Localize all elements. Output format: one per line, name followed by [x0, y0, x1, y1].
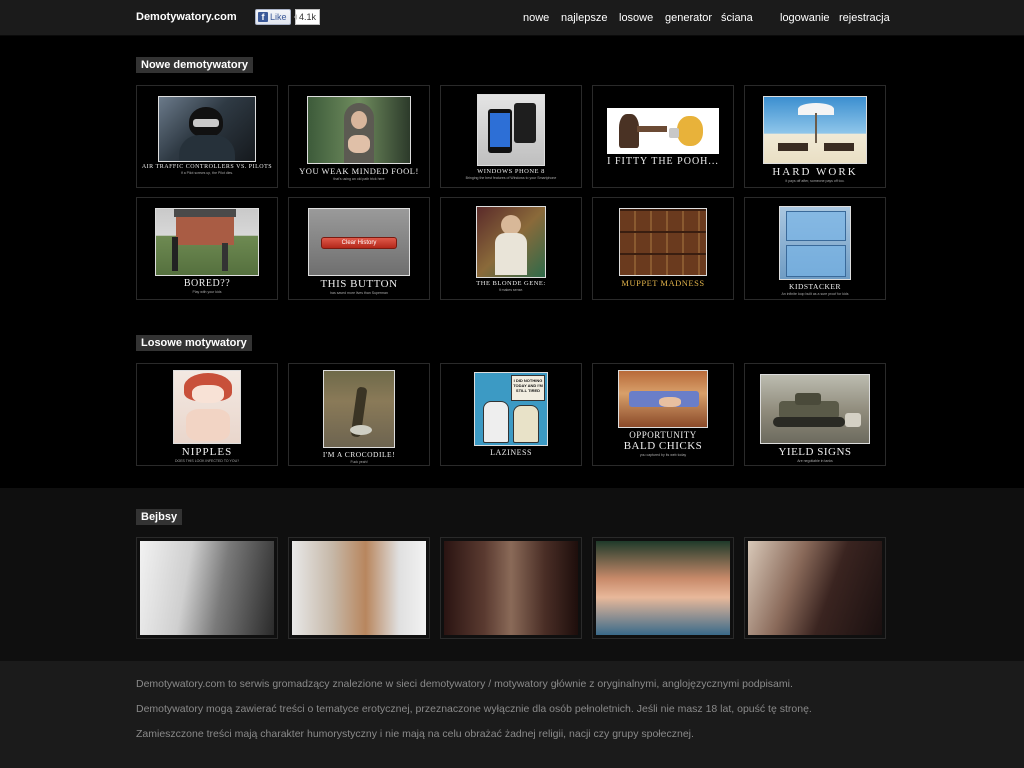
demotivator-tile[interactable]: WINDOWS PHONE 8 Bringing the best featur… [440, 85, 582, 188]
facebook-like-count: 4.1k [293, 9, 321, 25]
babe-thumbnail[interactable] [592, 537, 734, 639]
motivator-tile[interactable]: NIPPLES DOES THIS LOOK INFECTED TO YOU? [136, 363, 278, 466]
section-title-new: Nowe demotywatory [136, 57, 253, 73]
poster-subcaption: It makes sense. [498, 288, 524, 292]
babe-thumbnail[interactable] [440, 537, 582, 639]
poster-image [476, 206, 546, 278]
poster-subcaption: Are negotiable in tanks [797, 459, 833, 463]
poster-image [307, 96, 411, 164]
babe-photo [596, 541, 730, 635]
speech-bubble: I DID NOTHING TODAY AND I'M STILL TIRED [511, 375, 545, 401]
poster-caption: BORED?? [183, 278, 231, 289]
babe-thumbnail[interactable] [136, 537, 278, 639]
nav-sciana[interactable]: ściana [721, 12, 753, 24]
poster-caption: AIR TRAFFIC CONTROLLERS VS. PILOTS [141, 164, 273, 170]
top-bar: Demotywatory.com f Like 4.1k nowe najlep… [0, 0, 1024, 36]
babe-thumbnail[interactable] [744, 537, 886, 639]
poster-caption: YOU WEAK MINDED FOOL! [299, 166, 419, 176]
poster-image [477, 94, 545, 166]
motivator-tile[interactable]: I DID NOTHING TODAY AND I'M STILL TIRED … [440, 363, 582, 466]
nav-najlepsze[interactable]: najlepsze [561, 12, 607, 24]
poster-caption: MUPPET MADNESS [621, 278, 705, 288]
poster-subcaption: An infinite loop built as a sure proof f… [781, 292, 849, 296]
nav-nowe[interactable]: nowe [523, 12, 549, 24]
clear-history-button-image: Clear History [321, 237, 397, 249]
poster-caption: YIELD SIGNS [778, 446, 852, 458]
section-title-random: Losowe motywatory [136, 335, 252, 351]
poster-image: I DID NOTHING TODAY AND I'M STILL TIRED [474, 372, 548, 446]
nav-losowe[interactable]: losowe [619, 12, 653, 24]
site-logo[interactable]: Demotywatory.com [136, 11, 237, 23]
poster-subcaption: Fuck yeah! [350, 460, 368, 464]
footer-text-2: Demotywatory mogą zawierać treści o tema… [136, 703, 812, 715]
poster-subcaption: Play with your kids [192, 290, 222, 294]
babe-photo [140, 541, 274, 635]
poster-caption: THIS BUTTON [320, 278, 398, 290]
babe-photo [292, 541, 426, 635]
demotivator-tile[interactable]: AIR TRAFFIC CONTROLLERS VS. PILOTS If a … [136, 85, 278, 188]
footer-text-3: Zamieszczone treści mają charakter humor… [136, 728, 694, 740]
poster-image [618, 370, 708, 428]
motivator-tile[interactable]: OPPORTUNITY BALD CHICKS you captured by … [592, 363, 734, 466]
poster-image [760, 374, 870, 444]
poster-second-caption: BALD CHICKS [623, 440, 703, 452]
demotivator-tile[interactable]: KIDSTACKER An infinite loop built as a s… [744, 197, 886, 300]
poster-subcaption: DOES THIS LOOK INFECTED TO YOU? [174, 459, 240, 463]
poster-caption: HARD WORK [772, 166, 858, 178]
facebook-like-label: Like [270, 12, 287, 22]
poster-caption: LAZINESS [490, 448, 532, 457]
poster-image [763, 96, 867, 164]
facebook-icon: f [258, 12, 268, 22]
babe-photo [444, 541, 578, 635]
motivator-tile[interactable]: I'M A CROCODILE! Fuck yeah! [288, 363, 430, 466]
poster-subcaption: Bringing the best features of Windows to… [465, 176, 557, 180]
nav-logowanie[interactable]: logowanie [780, 12, 830, 24]
poster-image [779, 206, 851, 280]
motivator-tile[interactable]: YIELD SIGNS Are negotiable in tanks [744, 363, 886, 466]
poster-subcaption: that's using an old path trick here [333, 177, 385, 181]
demotivator-tile[interactable]: HARD WORK it pays off after, someone pay… [744, 85, 886, 188]
section-title-babes: Bejbsy [136, 509, 183, 525]
nav-rejestracja[interactable]: rejestracja [839, 12, 890, 24]
demotivator-tile[interactable]: MUPPET MADNESS [592, 197, 734, 300]
demotivator-tile[interactable]: YOU WEAK MINDED FOOL! that's using an ol… [288, 85, 430, 188]
poster-caption: NIPPLES [181, 446, 233, 458]
poster-subcaption: If a Pilot screws up, the Pilot dies. [180, 171, 234, 175]
babe-photo [748, 541, 882, 635]
poster-subcaption: has saved more lives than Superman [330, 291, 388, 295]
demotivator-tile[interactable]: THE BLONDE GENE: It makes sense. [440, 197, 582, 300]
poster-image: Clear History [308, 208, 410, 276]
poster-image [619, 208, 707, 276]
poster-caption: WINDOWS PHONE 8 [477, 168, 545, 175]
poster-image [323, 370, 395, 448]
poster-image [158, 96, 256, 162]
poster-subcaption: it pays off after, someone pays off too. [785, 179, 845, 183]
poster-caption: THE BLONDE GENE: [476, 280, 546, 287]
footer-text-1: Demotywatory.com to serwis gromadzący zn… [136, 678, 793, 690]
demotivator-tile[interactable]: I FITTY THE POOH... [592, 85, 734, 188]
poster-image [607, 108, 719, 154]
babe-thumbnail[interactable] [288, 537, 430, 639]
facebook-like-button[interactable]: f Like [255, 9, 291, 25]
poster-caption: I'M A CROCODILE! [322, 450, 396, 459]
demotivator-tile[interactable]: Clear History THIS BUTTON has saved more… [288, 197, 430, 300]
poster-caption: KIDSTACKER [789, 282, 841, 291]
poster-image [173, 370, 241, 444]
poster-image [155, 208, 259, 276]
poster-caption: OPPORTUNITY [629, 430, 697, 440]
nav-generator[interactable]: generator [665, 12, 712, 24]
poster-caption: I FITTY THE POOH... [607, 156, 719, 167]
poster-subcaption: you captured by its web today [639, 453, 687, 457]
footer: Demotywatory.com to serwis gromadzący zn… [0, 661, 1024, 768]
demotivator-tile[interactable]: BORED?? Play with your kids [136, 197, 278, 300]
